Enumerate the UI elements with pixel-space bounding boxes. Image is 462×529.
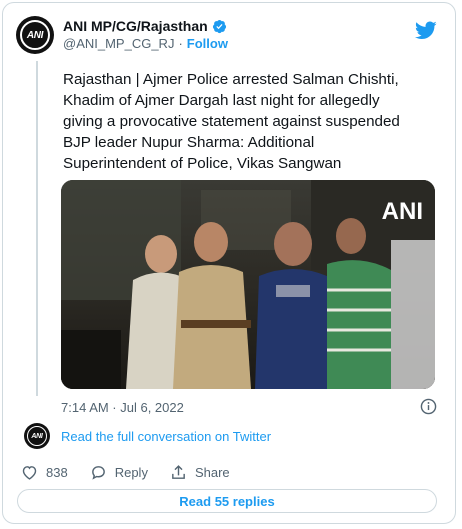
author-avatar[interactable]: ANI	[16, 16, 54, 54]
avatar-small-logo-text: ANI	[31, 432, 43, 440]
handle-separator: ·	[178, 36, 183, 51]
tweet-card: ANI ANI MP/CG/Rajasthan @ANI_MP_CG_RJ · …	[2, 2, 456, 524]
thread-line	[36, 61, 38, 396]
like-button[interactable]: 838	[21, 464, 68, 481]
share-label: Share	[194, 465, 230, 480]
tweet-actions: 838 Reply Share	[21, 464, 252, 481]
author-handle-row: @ANI_MP_CG_RJ · Follow	[63, 36, 228, 51]
media-watermark: ANI	[381, 198, 423, 225]
twitter-bird-icon[interactable]	[415, 21, 437, 40]
follow-button[interactable]: Follow	[187, 36, 228, 51]
reply-button[interactable]: Reply	[90, 464, 148, 481]
reply-label: Reply	[114, 465, 148, 480]
reply-bubble-icon	[91, 466, 105, 480]
author-name[interactable]: ANI MP/CG/Rajasthan	[63, 18, 208, 34]
heart-icon	[22, 466, 37, 480]
tweet-text: Rajasthan | Ajmer Police arrested Salman…	[63, 71, 400, 172]
like-count: 838	[46, 465, 68, 480]
tweet-timestamp[interactable]: 7:14 AM · Jul 6, 2022	[61, 400, 184, 415]
tweet-media-image[interactable]: ANI	[61, 180, 435, 389]
avatar-logo-text: ANI	[26, 29, 44, 41]
author-name-row: ANI MP/CG/Rajasthan	[63, 18, 227, 34]
info-icon[interactable]	[420, 398, 437, 415]
media-photo	[61, 180, 435, 389]
verified-badge-icon	[212, 19, 226, 33]
author-avatar-small[interactable]: ANI	[24, 423, 50, 449]
read-replies-button[interactable]: Read 55 replies	[17, 489, 437, 513]
share-button[interactable]: Share	[170, 464, 230, 481]
author-handle[interactable]: @ANI_MP_CG_RJ	[63, 36, 174, 51]
read-replies-label: Read 55 replies	[179, 493, 275, 509]
read-conversation-link[interactable]: Read the full conversation on Twitter	[61, 429, 271, 444]
share-icon	[172, 465, 185, 479]
